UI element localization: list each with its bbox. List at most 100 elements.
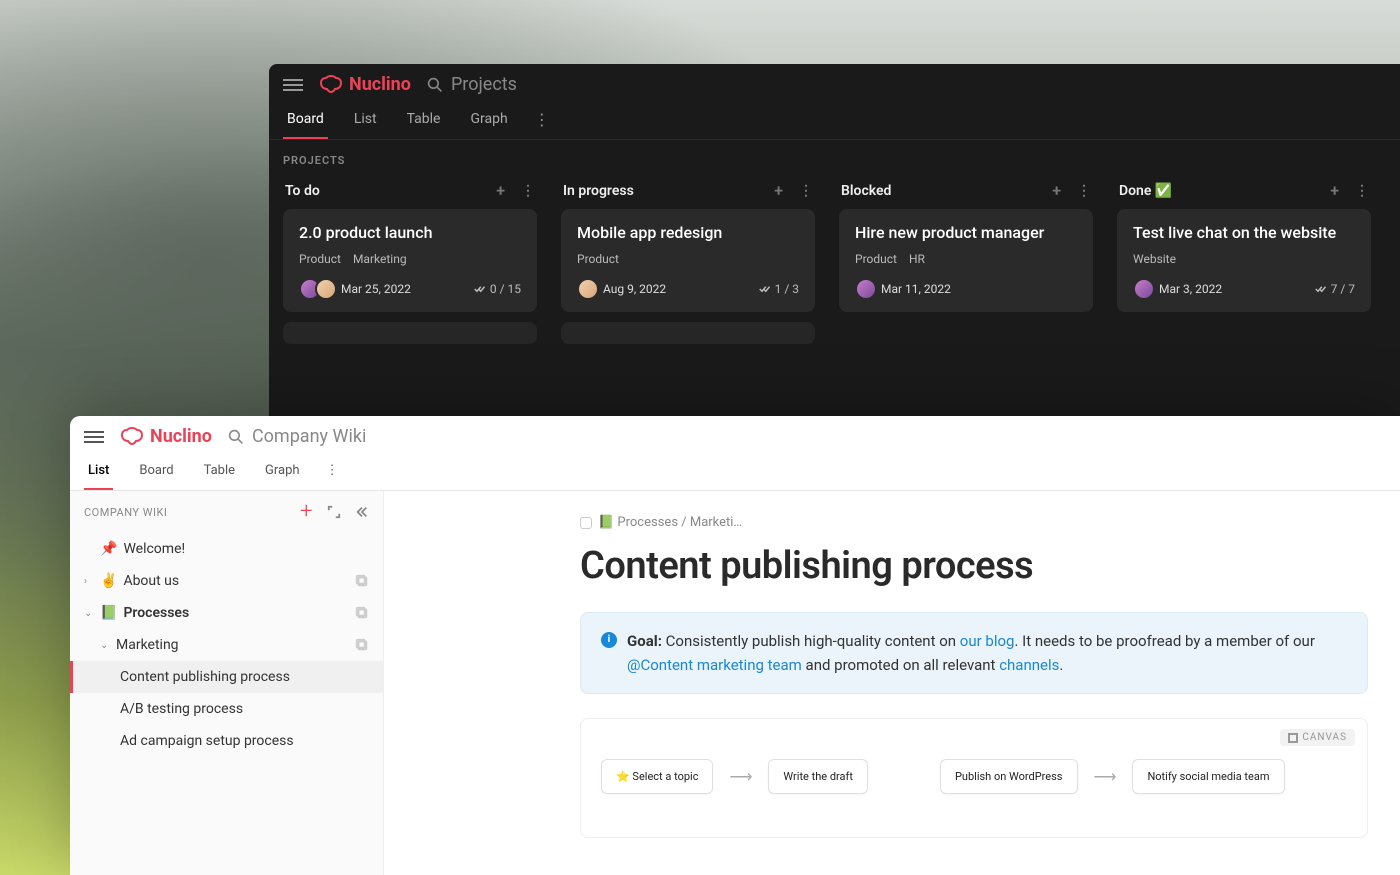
add-card-button[interactable]: + [496, 183, 505, 199]
sidebar-item-about[interactable]: › ✌️ About us [70, 565, 383, 597]
card-tags: Product Marketing [299, 252, 521, 266]
sidebar-item-label: Processes [123, 605, 189, 621]
search-placeholder: Projects [451, 74, 517, 95]
card-date: Mar 25, 2022 [341, 282, 411, 296]
sidebar-item-label: Content publishing process [120, 669, 290, 685]
projects-window: Nuclino Projects Board List Table Graph … [269, 64, 1400, 416]
column-menu-icon[interactable]: ⋮ [799, 183, 813, 199]
page-content: 📗 Processes / Marketi… Content publishin… [384, 491, 1400, 875]
projects-header: Nuclino Projects [269, 64, 1400, 99]
flow-arrow-icon: ⟶ [729, 767, 752, 786]
card-tags: Product [577, 252, 799, 266]
column-title: Blocked [841, 183, 891, 199]
board-card[interactable]: 2.0 product launch Product Marketing Mar… [283, 209, 537, 312]
sidebar-item-label: Welcome! [123, 541, 185, 557]
sidebar-item-label: A/B testing process [120, 701, 243, 717]
sidebar-item-label: About us [123, 573, 179, 589]
link-channels[interactable]: channels [999, 656, 1059, 674]
board-section-label: PROJECTS [269, 140, 1400, 177]
search[interactable]: Company Wiki [228, 426, 366, 447]
column-header: To do + ⋮ [283, 177, 537, 209]
card-avatars [577, 278, 593, 300]
sidebar-item-content-publishing[interactable]: Content publishing process [70, 661, 383, 693]
tabs-more-icon[interactable]: ⋮ [534, 110, 550, 129]
wiki-header: Nuclino Company Wiki [70, 416, 1400, 451]
card-title: Mobile app redesign [577, 223, 799, 242]
tabs-more-icon[interactable]: ⋮ [326, 463, 339, 478]
tab-board[interactable]: Board [283, 99, 328, 139]
card-date: Mar 3, 2022 [1159, 282, 1222, 296]
link-our-blog[interactable]: our blog [960, 632, 1015, 650]
column-menu-icon[interactable]: ⋮ [1077, 183, 1091, 199]
info-icon: i [601, 632, 617, 648]
flow-node[interactable]: ⭐ Select a topic [601, 759, 713, 794]
sidebar-item-label: Marketing [116, 637, 179, 653]
tab-table[interactable]: Table [200, 451, 239, 490]
brain-icon [319, 75, 343, 95]
card-date: Mar 11, 2022 [881, 282, 951, 296]
tab-board[interactable]: Board [135, 451, 177, 490]
avatar [855, 278, 877, 300]
flow-arrow-icon: ⟶ [1094, 767, 1117, 786]
flow-node[interactable]: Write the draft [768, 759, 868, 794]
column-menu-icon[interactable]: ⋮ [521, 183, 535, 199]
sidebar-item-processes[interactable]: ⌄ 📗 Processes [70, 597, 383, 629]
checkbox-icon[interactable] [580, 517, 592, 529]
flow-node[interactable]: Notify social media team [1132, 759, 1284, 794]
tab-graph[interactable]: Graph [261, 451, 304, 490]
board-card-stub[interactable] [561, 322, 815, 344]
card-progress: 1 / 3 [759, 282, 799, 296]
board-card[interactable]: Mobile app redesign Product Aug 9, 2022 … [561, 209, 815, 312]
app-logo[interactable]: Nuclino [120, 426, 212, 447]
tab-table[interactable]: Table [403, 99, 445, 139]
board-card-stub[interactable] [283, 322, 537, 344]
board-card[interactable]: Test live chat on the website Website Ma… [1117, 209, 1371, 312]
column-header: Blocked + ⋮ [839, 177, 1093, 209]
add-card-button[interactable]: + [1052, 183, 1061, 199]
pin-icon: 📌 [100, 541, 117, 557]
sidebar-header: COMPANY WIKI + [70, 491, 383, 533]
sidebar-item-ad-campaign[interactable]: Ad campaign setup process [70, 725, 383, 757]
caret-down-icon: ⌄ [84, 608, 94, 619]
card-title: 2.0 product launch [299, 223, 521, 242]
view-tabs: List Board Table Graph ⋮ [70, 451, 1400, 491]
card-avatars [855, 278, 871, 300]
copy-icon[interactable] [355, 574, 369, 588]
search-icon [427, 77, 443, 93]
expand-icon[interactable] [327, 505, 341, 519]
column-blocked: Blocked + ⋮ Hire new product manager Pro… [839, 177, 1093, 354]
app-logo[interactable]: Nuclino [319, 74, 411, 95]
card-tag: Product [577, 252, 619, 266]
avatar [315, 278, 337, 300]
sidebar-item-ab-testing[interactable]: A/B testing process [70, 693, 383, 725]
tab-list[interactable]: List [84, 451, 113, 490]
search-icon [228, 429, 244, 445]
column-menu-icon[interactable]: ⋮ [1355, 183, 1369, 199]
add-page-button[interactable]: + [300, 501, 313, 523]
tab-list[interactable]: List [350, 99, 381, 139]
sidebar-item-welcome[interactable]: 📌 Welcome! [70, 533, 383, 565]
canvas-block[interactable]: CANVAS ⭐ Select a topic ⟶ Write the draf… [580, 718, 1368, 838]
copy-icon[interactable] [355, 606, 369, 620]
flow-node[interactable]: Publish on WordPress [940, 759, 1078, 794]
breadcrumb[interactable]: 📗 Processes / Marketi… [580, 515, 1368, 530]
mention-content-team[interactable]: @Content marketing team [627, 656, 802, 674]
add-card-button[interactable]: + [774, 183, 783, 199]
add-card-button[interactable]: + [1330, 183, 1339, 199]
board-card[interactable]: Hire new product manager Product HR Mar … [839, 209, 1093, 312]
tab-graph[interactable]: Graph [466, 99, 511, 139]
sidebar-item-marketing[interactable]: ⌄ Marketing [70, 629, 383, 661]
collapse-sidebar-icon[interactable] [355, 505, 369, 519]
page-title: Content publishing process [580, 544, 1368, 588]
column-title: In progress [563, 183, 634, 199]
column-in-progress: In progress + ⋮ Mobile app redesign Prod… [561, 177, 815, 354]
menu-button[interactable] [283, 75, 303, 95]
caret-right-icon: › [84, 576, 94, 587]
app-name: Nuclino [349, 74, 411, 95]
brain-icon [120, 427, 144, 447]
column-done: Done ✅ + ⋮ Test live chat on the website… [1117, 177, 1371, 354]
avatar [1133, 278, 1155, 300]
search[interactable]: Projects [427, 74, 517, 95]
copy-icon[interactable] [355, 638, 369, 652]
menu-button[interactable] [84, 427, 104, 447]
